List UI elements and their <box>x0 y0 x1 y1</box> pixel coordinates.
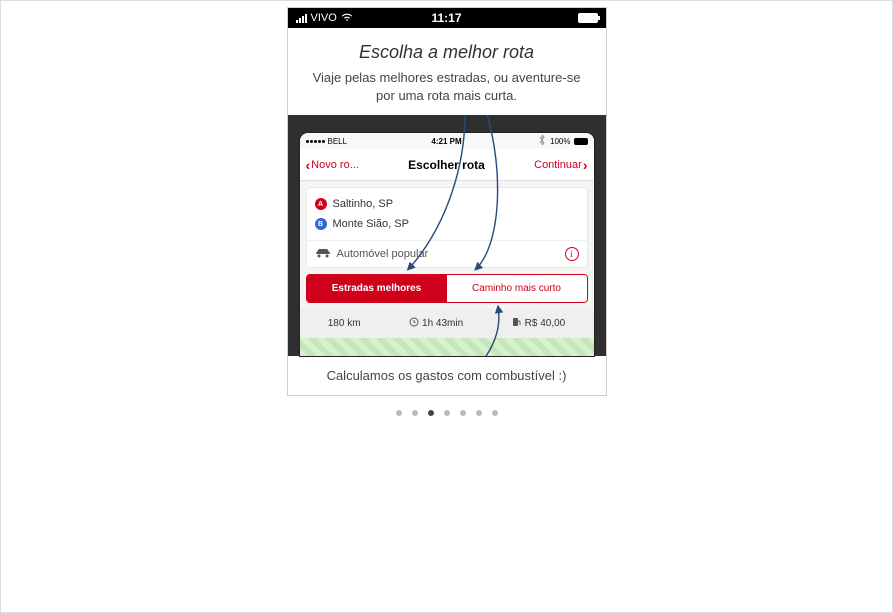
app-preview-area: BELL 4:21 PM 100% ‹ Novo ro... Escolher … <box>288 115 606 356</box>
phone-frame: VIVO 11:17 Escolha a melhor rota Viaje p… <box>287 7 607 396</box>
navbar-title: Escolher rota <box>408 158 485 172</box>
best-roads-button[interactable]: Estradas melhores <box>307 275 447 302</box>
battery-icon <box>578 13 598 23</box>
signal-dots-icon <box>306 140 325 143</box>
page-dot[interactable] <box>396 410 402 416</box>
route-point-a[interactable]: A Saltinho, SP <box>315 194 579 214</box>
onboarding-title: Escolha a melhor rota <box>308 42 586 63</box>
vehicle-row[interactable]: Automóvel popular i <box>307 240 587 267</box>
route-points: A Saltinho, SP B Monte Sião, SP <box>307 188 587 240</box>
status-time: 11:17 <box>431 11 461 25</box>
page-indicator[interactable] <box>396 410 498 416</box>
point-a-badge: A <box>315 198 327 210</box>
distance-value: 180 km <box>328 318 361 329</box>
route-point-b[interactable]: B Monte Sião, SP <box>315 214 579 234</box>
page-dot[interactable] <box>428 410 434 416</box>
point-b-label: Monte Sião, SP <box>333 218 409 230</box>
wifi-icon <box>341 12 353 25</box>
inner-battery-label: 100% <box>550 137 570 146</box>
route-stats: 180 km 1h 43min R$ 40,00 <box>300 309 594 338</box>
inner-device: BELL 4:21 PM 100% ‹ Novo ro... Escolher … <box>300 133 594 356</box>
back-label: Novo ro... <box>311 159 359 171</box>
bluetooth-icon <box>537 135 547 147</box>
stat-fuel: R$ 40,00 <box>512 317 566 330</box>
route-type-toggle: Estradas melhores Caminho mais curto <box>306 274 588 303</box>
navbar: ‹ Novo ro... Escolher rota Continuar › <box>300 149 594 181</box>
inner-battery-icon <box>574 138 588 145</box>
point-a-label: Saltinho, SP <box>333 198 394 210</box>
chevron-right-icon: › <box>583 157 588 173</box>
chevron-left-icon: ‹ <box>306 157 311 173</box>
inner-carrier-label: BELL <box>328 137 348 146</box>
shortest-path-button[interactable]: Caminho mais curto <box>447 275 587 302</box>
point-b-badge: B <box>315 218 327 230</box>
page-dot[interactable] <box>460 410 466 416</box>
page-dot[interactable] <box>412 410 418 416</box>
fuel-pump-icon <box>512 317 522 330</box>
stat-time: 1h 43min <box>409 317 463 330</box>
stat-distance: 180 km <box>328 318 361 329</box>
map-preview <box>300 338 594 356</box>
onboarding-subtitle: Viaje pelas melhores estradas, ou aventu… <box>308 69 586 104</box>
vehicle-label: Automóvel popular <box>337 248 429 260</box>
continue-button[interactable]: Continuar › <box>534 157 587 173</box>
fuel-value: R$ 40,00 <box>525 318 566 329</box>
signal-bars-icon <box>296 14 307 23</box>
info-icon[interactable]: i <box>565 247 579 261</box>
route-section: A Saltinho, SP B Monte Sião, SP Automóve… <box>306 187 588 268</box>
onboarding-footer: Calculamos os gastos com combustível :) <box>288 356 606 395</box>
status-bar-outer: VIVO 11:17 <box>288 8 606 28</box>
time-value: 1h 43min <box>422 318 463 329</box>
page-dot[interactable] <box>476 410 482 416</box>
car-icon <box>315 248 331 261</box>
clock-icon <box>409 317 419 330</box>
page-dot[interactable] <box>444 410 450 416</box>
page-dot[interactable] <box>492 410 498 416</box>
onboarding-footer-text: Calculamos os gastos com combustível :) <box>327 368 567 383</box>
back-button[interactable]: ‹ Novo ro... <box>306 157 359 173</box>
status-bar-inner: BELL 4:21 PM 100% <box>300 133 594 149</box>
continue-label: Continuar <box>534 159 582 171</box>
carrier-label: VIVO <box>311 12 337 24</box>
onboarding-header: Escolha a melhor rota Viaje pelas melhor… <box>288 28 606 115</box>
inner-status-time: 4:21 PM <box>431 137 461 146</box>
